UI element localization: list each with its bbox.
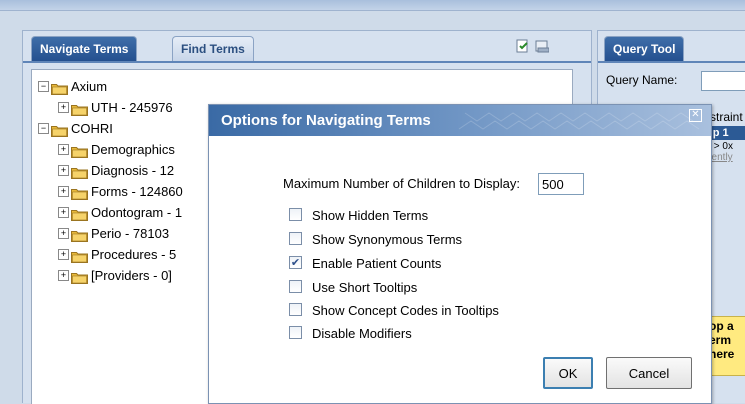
option-label: Enable Patient Counts [312,256,442,271]
folder-icon [71,227,88,243]
tree-node-label[interactable]: UTH - 245976 [91,100,173,115]
tree-node[interactable]: + UTH - 245976 [38,97,183,118]
tree-node[interactable]: + Odontogram - 1 [38,202,183,223]
tree-node-label[interactable]: Odontogram - 1 [91,205,182,220]
option-label: Show Concept Codes in Tooltips [312,303,499,318]
tree-node[interactable]: + Demographics [38,139,183,160]
expand-icon[interactable]: + [58,228,69,240]
collapse-icon[interactable]: − [38,123,49,135]
tree-node[interactable]: + Perio - 78103 [38,223,183,244]
option-show-synonymous-terms[interactable]: Show Synonymous Terms [289,232,462,247]
option-use-short-tooltips[interactable]: Use Short Tooltips [289,280,417,295]
folder-icon [51,80,68,96]
show-concept-codes-checkbox[interactable] [289,303,302,317]
expand-icon[interactable]: + [58,102,69,114]
enable-patient-counts-checkbox[interactable]: ✔ [289,256,302,270]
tree-node-label[interactable]: Diagnosis - 12 [91,163,174,178]
show-synonymous-terms-checkbox[interactable] [289,232,302,246]
cancel-button[interactable]: Cancel [606,357,692,389]
drop-text-line-2: erm [709,333,732,347]
option-label: Show Hidden Terms [312,208,429,223]
max-children-input[interactable] [538,173,584,195]
use-short-tooltips-checkbox[interactable] [289,280,302,294]
tree-node[interactable]: − Axium [38,76,183,97]
tab-navigate-terms[interactable]: Navigate Terms [31,36,138,61]
expand-icon[interactable]: + [58,186,69,198]
tree-node[interactable]: + Diagnosis - 12 [38,160,183,181]
folder-icon [71,248,88,264]
expand-icon[interactable]: + [58,207,69,219]
tab-underline [23,61,591,63]
tree-node-label[interactable]: [Providers - 0] [91,268,172,283]
tree-node-label[interactable]: Perio - 78103 [91,226,169,241]
expand-icon[interactable]: + [58,144,69,156]
max-children-label: Maximum Number of Children to Display: [283,176,520,191]
option-enable-patient-counts[interactable]: ✔ Enable Patient Counts [289,256,441,271]
tree-node[interactable]: + Forms - 124860 [38,181,183,202]
tree-node-label[interactable]: Forms - 124860 [91,184,183,199]
expand-icon[interactable]: + [58,270,69,282]
option-label: Use Short Tooltips [312,280,418,295]
tab-query-tool[interactable]: Query Tool [604,36,685,61]
option-disable-modifiers[interactable]: Disable Modifiers [289,326,412,341]
tree-node-label[interactable]: COHRI [71,121,113,136]
tree-node[interactable]: − COHRI [38,118,183,139]
folder-icon [71,164,88,180]
expand-icon[interactable]: + [58,165,69,177]
panel-header-icons [514,39,550,53]
folder-icon [71,143,88,159]
query-tab-underline [598,61,745,63]
option-label: Show Synonymous Terms [312,232,463,247]
collapse-icon[interactable]: − [38,81,49,93]
dialog-title-bar[interactable]: Options for Navigating Terms ✕ [209,105,711,136]
folder-icon [51,122,68,138]
folder-icon [71,185,88,201]
tree-node-label[interactable]: Axium [71,79,107,94]
close-icon[interactable]: ✕ [689,109,702,122]
options-dialog: Options for Navigating Terms ✕ Maximum N… [208,104,712,404]
disable-modifiers-checkbox[interactable] [289,326,302,340]
option-label: Disable Modifiers [312,326,412,341]
refresh-check-icon[interactable] [516,39,530,53]
query-name-input[interactable] [701,71,745,91]
folder-icon [71,269,88,285]
folder-icon [71,101,88,117]
option-show-hidden-terms[interactable]: Show Hidden Terms [289,208,428,223]
print-window-icon[interactable] [535,39,550,53]
folder-icon [71,206,88,222]
drop-text-line-3: here [709,347,735,361]
tree-node[interactable]: + Procedures - 5 [38,244,183,265]
tree-node-label[interactable]: Demographics [91,142,175,157]
top-bar [0,0,745,11]
ok-button[interactable]: OK [543,357,593,389]
constraint-label: straint [710,110,743,124]
option-show-concept-codes[interactable]: Show Concept Codes in Tooltips [289,303,499,318]
drop-text-line-1: op a [709,319,734,333]
query-name-label: Query Name: [606,73,678,87]
tab-find-terms[interactable]: Find Terms [172,36,254,61]
expand-icon[interactable]: + [58,249,69,261]
dialog-title: Options for Navigating Terms [221,112,431,129]
terms-tree: − Axium + UTH - 245976− COHRI + Demographics + D… [38,76,183,286]
show-hidden-terms-checkbox[interactable] [289,208,302,222]
tree-node-label[interactable]: Procedures - 5 [91,247,176,262]
tree-node[interactable]: + [Providers - 0] [38,265,183,286]
